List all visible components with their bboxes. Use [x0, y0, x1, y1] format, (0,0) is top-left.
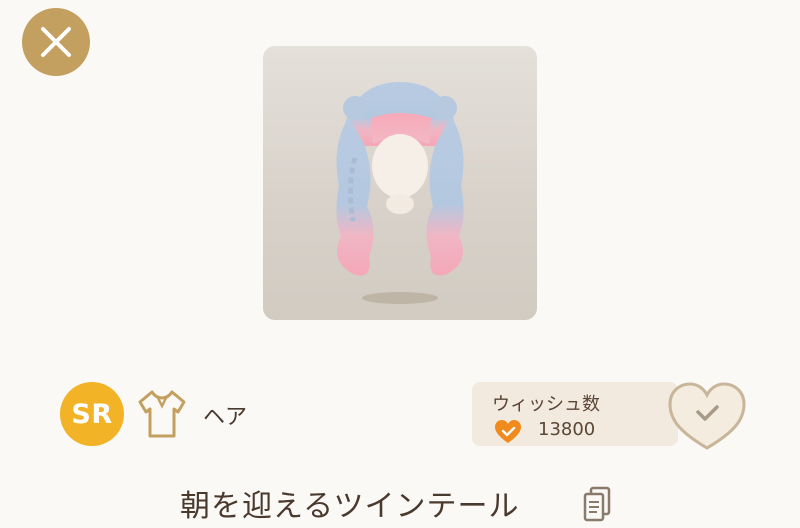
copy-icon[interactable] [583, 486, 611, 522]
close-button[interactable] [22, 8, 90, 76]
wish-count-panel: ウィッシュ数 13800 [472, 382, 678, 446]
wish-heart-button[interactable] [666, 380, 748, 452]
item-name: 朝を迎えるツインテール [180, 489, 520, 524]
close-icon [41, 27, 71, 57]
wish-label: ウィッシュ数 [492, 394, 600, 415]
category-label: ヘア [203, 405, 248, 430]
shirt-icon [138, 390, 186, 438]
heart-check-icon [495, 420, 521, 443]
wish-count: 13800 [538, 419, 596, 440]
rarity-badge: SR [60, 382, 124, 446]
hair-illustration [336, 82, 464, 304]
item-preview-image [263, 46, 537, 320]
